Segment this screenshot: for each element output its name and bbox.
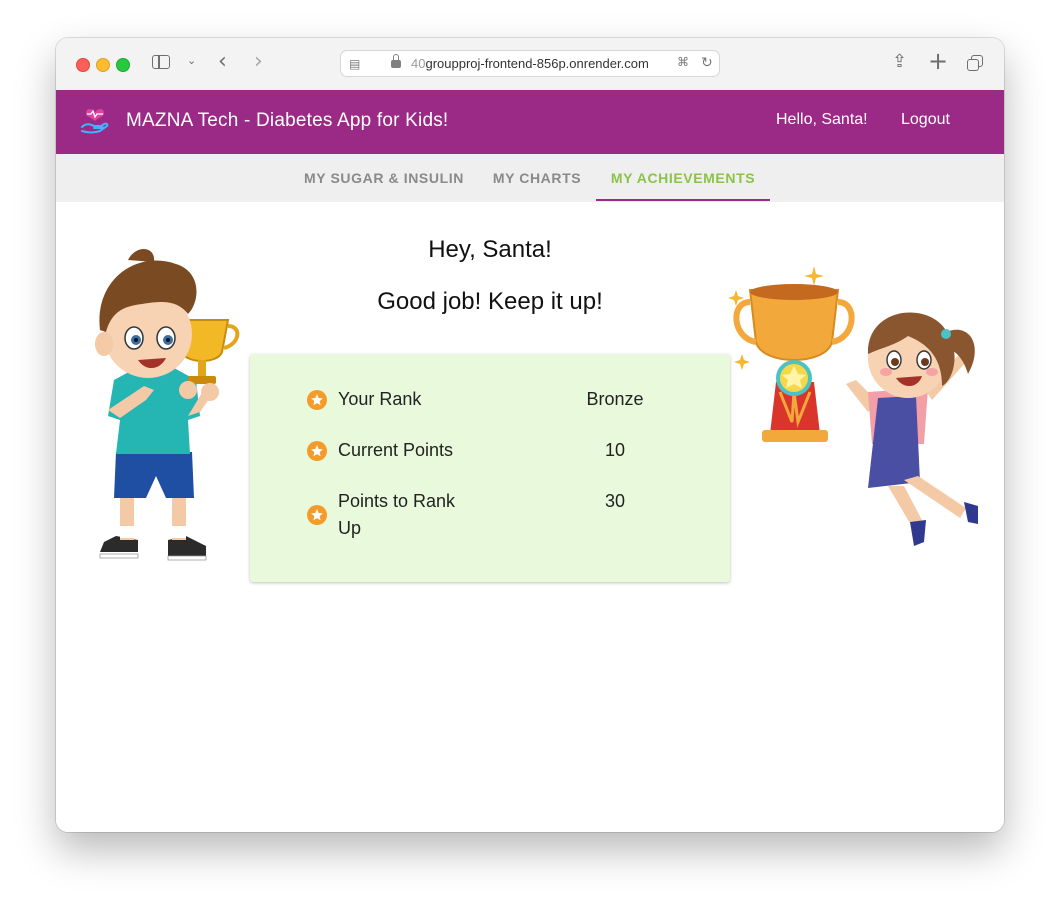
star-icon [307, 505, 327, 525]
user-greeting: Hello, Santa! [776, 111, 868, 128]
achievements-page: Hey, Santa! Good job! Keep it up! Your R… [56, 202, 1004, 832]
tab-my-charts[interactable]: MY CHARTS [480, 154, 594, 202]
app-title: MAZNA Tech - Diabetes App for Kids! [126, 110, 449, 131]
heart-hand-icon [80, 107, 110, 135]
url-prefix: 40 [411, 56, 426, 71]
close-window-button[interactable] [76, 58, 90, 72]
translate-icon[interactable]: ⌘ [677, 55, 689, 69]
girl-with-trophy-illustration [728, 266, 978, 546]
star-icon [307, 390, 327, 410]
share-icon[interactable]: ⇪ [892, 51, 907, 72]
stat-label: Your Rank [338, 389, 422, 409]
tab-overview-icon[interactable] [967, 55, 983, 71]
app-header: MAZNA Tech - Diabetes App for Kids! Hell… [56, 90, 1004, 154]
url-text[interactable]: 40groupproj-frontend-856p.onrender.com [411, 56, 649, 71]
browser-toolbar: ⌄ ‹ › ▤ 40groupproj-frontend-856p.onrend… [56, 38, 1004, 91]
active-tab-indicator [596, 199, 770, 201]
stat-value: Bronze [586, 389, 644, 409]
boy-with-trophy-illustration [95, 248, 240, 561]
stat-label: Points to Rank Up [338, 491, 456, 538]
encouragement-text: Good job! Keep it up! [377, 288, 603, 315]
stat-value: 10 [604, 440, 626, 460]
minimize-window-button[interactable] [96, 58, 110, 72]
forward-icon[interactable]: › [254, 49, 263, 74]
browser-window: ⌄ ‹ › ▤ 40groupproj-frontend-856p.onrend… [56, 38, 1004, 832]
new-tab-icon[interactable]: + [928, 47, 948, 75]
chevron-down-icon[interactable]: ⌄ [187, 54, 196, 67]
lock-icon [391, 54, 401, 68]
page-settings-icon[interactable]: ▤ [349, 57, 360, 71]
back-icon[interactable]: ‹ [218, 49, 227, 74]
greeting-heading: Hey, Santa! [428, 236, 552, 263]
stat-value: 30 [604, 491, 626, 511]
tab-my-sugar-insulin[interactable]: MY SUGAR & INSULIN [288, 154, 480, 202]
tab-my-achievements[interactable]: MY ACHIEVEMENTS [596, 154, 770, 202]
tab-bar: MY SUGAR & INSULIN MY CHARTS MY ACHIEVEM… [56, 154, 1004, 202]
url-domain: groupproj-frontend-856p.onrender.com [425, 56, 649, 71]
reload-icon[interactable]: ↻ [701, 54, 713, 71]
logout-button[interactable]: Logout [901, 111, 950, 129]
address-bar[interactable]: ▤ 40groupproj-frontend-856p.onrender.com… [340, 50, 720, 77]
star-icon [307, 441, 327, 461]
sidebar-toggle-icon[interactable] [152, 55, 170, 69]
stat-label: Current Points [338, 440, 454, 460]
achievements-card: Your Rank Bronze Current Points 10 Point… [250, 354, 730, 582]
zoom-window-button[interactable] [116, 58, 130, 72]
